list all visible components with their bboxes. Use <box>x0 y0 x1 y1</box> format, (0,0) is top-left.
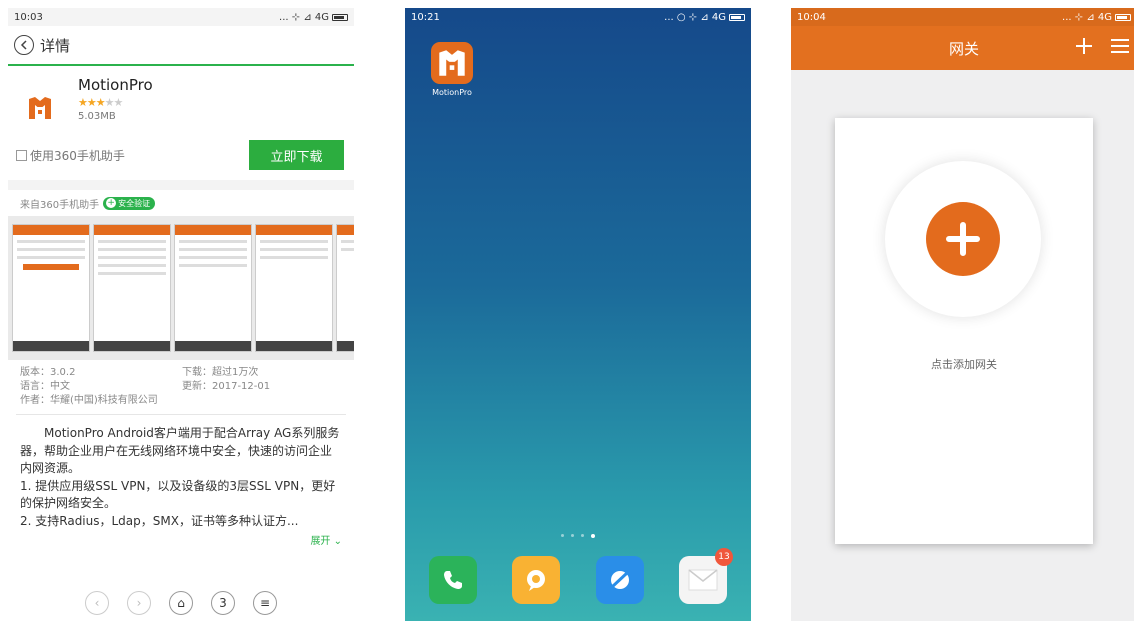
signal-indicators: ... ⊹ ⊿ 4G <box>1062 11 1112 23</box>
signal-indicators: ... ⊹ ⊿ 4G <box>279 11 329 23</box>
nav-menu-button[interactable]: ≡ <box>253 591 277 615</box>
download-button[interactable]: 立即下载 <box>249 140 344 170</box>
app-screenshot[interactable] <box>93 224 171 352</box>
status-bar: 10:03 ... ⊹ ⊿ 4G <box>8 8 354 26</box>
page-title: 详情 <box>40 36 71 55</box>
motionpro-app-shortcut[interactable]: MotionPro <box>427 42 477 97</box>
app-screenshot[interactable] <box>174 224 252 352</box>
chevron-left-icon <box>20 40 27 50</box>
status-time: 10:04 <box>797 11 826 23</box>
checkbox-icon <box>16 149 27 161</box>
status-time: 10:03 <box>14 11 43 23</box>
battery-icon <box>332 13 348 21</box>
nav-forward-button[interactable]: › <box>127 591 151 615</box>
downloads-text: 下载：超过1万次 <box>182 367 259 378</box>
app-screenshot[interactable] <box>255 224 333 352</box>
expand-button[interactable]: 展开 ⌄ <box>8 532 354 547</box>
gateway-header: 网关 <box>791 26 1134 70</box>
gateway-card: 点击添加网关 <box>835 118 1093 544</box>
app-summary: MotionPro ★★★★★ 5.03MB <box>8 66 354 128</box>
browser-icon[interactable] <box>595 556 644 604</box>
nav-home-button[interactable]: ⌂ <box>169 591 193 615</box>
app-detail-screen: 10:03 ... ⊹ ⊿ 4G 详情 MotionPro ★★★★★ 5.03… <box>8 8 354 621</box>
verified-plus-icon: + <box>106 198 117 208</box>
mail-icon[interactable]: 13 <box>678 548 733 604</box>
signal-indicators: ... ○ ⊹ ⊿ 4G <box>664 11 726 23</box>
chevron-down-icon: ⌄ <box>330 536 342 547</box>
language-text: 语言：中文 <box>20 381 70 392</box>
app-screenshot[interactable] <box>336 224 354 352</box>
author-text: 作者：华耀(中国)科技有限公司 <box>20 395 158 406</box>
dock: 13 <box>429 548 733 604</box>
page-indicator <box>405 534 751 538</box>
verified-badge: + 安全验证 <box>103 196 156 210</box>
motionpro-logo-icon <box>431 42 473 84</box>
assistant-checkbox[interactable]: 使用360手机助手 <box>16 147 125 164</box>
battery-icon <box>729 13 745 21</box>
back-button[interactable] <box>14 35 34 55</box>
message-icon[interactable] <box>512 556 561 604</box>
add-gateway-hint: 点击添加网关 <box>931 358 997 371</box>
rating-stars: ★★★★★ <box>78 96 123 109</box>
phone-icon[interactable] <box>429 556 477 604</box>
app-label: MotionPro <box>432 88 472 97</box>
source-info: 来自360手机助手 + 安全验证 <box>8 190 354 216</box>
app-name: MotionPro <box>78 76 153 94</box>
plus-icon <box>1076 38 1092 54</box>
nav-back-button[interactable]: ‹ <box>85 591 109 615</box>
app-screenshot[interactable] <box>12 224 90 352</box>
hamburger-menu-icon <box>1111 39 1129 53</box>
mail-notification-badge: 13 <box>714 548 733 566</box>
page-title: 网关 <box>948 39 979 58</box>
version-text: 版本：3.0.2 <box>20 367 76 378</box>
add-gateway-button[interactable] <box>1075 37 1093 59</box>
plus-icon <box>946 222 980 256</box>
browser-nav: ‹ › ⌂ 3 ≡ <box>8 591 354 615</box>
add-gateway-circle[interactable] <box>885 161 1041 317</box>
app-meta: 版本：3.0.2 下载：超过1万次 语言：中文 更新：2017-12-01 作者… <box>8 360 354 414</box>
app-size: 5.03MB <box>78 111 116 122</box>
home-screen: 10:21 ... ○ ⊹ ⊿ 4G MotionPro 13 <box>405 8 751 621</box>
gateway-screen: 10:04 ... ⊹ ⊿ 4G 网关 点击添加网关 <box>791 8 1134 621</box>
menu-button[interactable] <box>1111 38 1129 58</box>
app-description: MotionPro Android客户端用于配合Array AG系列服务器，帮助… <box>20 426 340 528</box>
status-bar: 10:21 ... ○ ⊹ ⊿ 4G <box>405 8 751 26</box>
nav-tabs-button[interactable]: 3 <box>211 591 235 615</box>
detail-header: 详情 <box>8 26 354 66</box>
battery-icon <box>1115 13 1131 21</box>
motionpro-logo-icon <box>20 88 60 128</box>
status-bar: 10:04 ... ⊹ ⊿ 4G <box>791 8 1134 26</box>
add-gateway-plus-button[interactable] <box>926 202 1000 276</box>
status-time: 10:21 <box>411 11 440 23</box>
screenshot-carousel[interactable] <box>8 216 354 360</box>
updated-text: 更新：2017-12-01 <box>182 381 271 392</box>
